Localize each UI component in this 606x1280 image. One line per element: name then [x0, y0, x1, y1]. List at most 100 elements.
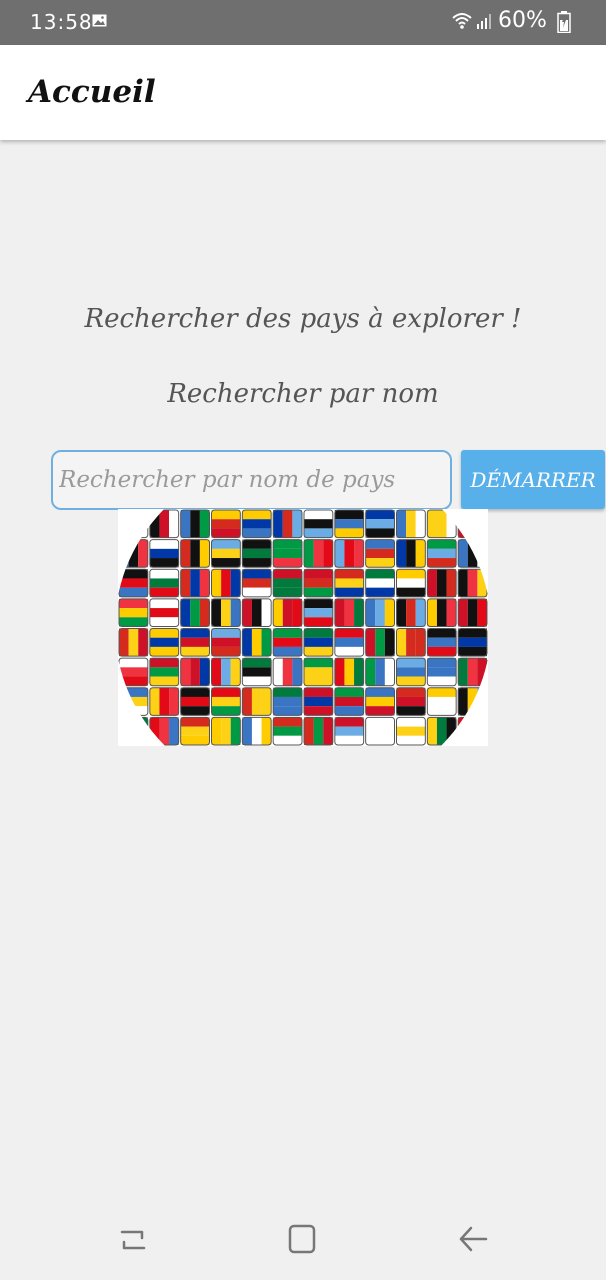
flag-tile: [303, 628, 334, 657]
battery-percentage: 60%: [498, 8, 547, 33]
flag-tile: [241, 657, 272, 687]
flag-tile: [457, 628, 488, 657]
flag-tile: [241, 568, 272, 598]
flag-tile: [241, 509, 272, 539]
flags-globe-image: [118, 509, 488, 746]
flag-tile: [334, 628, 365, 657]
flag-tile: [272, 716, 303, 746]
back-icon[interactable]: [457, 1222, 489, 1256]
flag-tile: [180, 598, 211, 627]
flag-tile: [334, 568, 365, 598]
flag-tile: [149, 628, 180, 657]
flag-tile: [211, 539, 241, 568]
flag-tile: [365, 539, 396, 568]
flag-tile: [365, 509, 396, 539]
flag-tile: [365, 568, 396, 598]
flag-tile: [272, 509, 303, 539]
flag-tile: [365, 716, 396, 746]
flag-tile: [272, 568, 303, 598]
flag-tile: [426, 657, 457, 687]
home-icon[interactable]: [286, 1222, 318, 1256]
flags-globe-graphic: [118, 509, 488, 746]
flag-tile: [426, 687, 457, 716]
flag-tile: [334, 539, 365, 568]
flag-tile: [180, 716, 211, 746]
flag-tile: [457, 687, 488, 716]
flag-tile: [457, 568, 488, 598]
flag-tile: [149, 657, 180, 687]
flag-tile: [396, 598, 426, 627]
flag-tile: [211, 509, 241, 539]
flag-tile: [118, 539, 149, 568]
flag-tile: [211, 657, 241, 687]
flag-tile: [149, 598, 180, 627]
flag-tile: [272, 628, 303, 657]
headline-text: Rechercher des pays à explorer !: [84, 304, 522, 334]
flag-tile: [426, 598, 457, 627]
flag-tile: [365, 598, 396, 627]
flag-tile: [303, 539, 334, 568]
flag-tile: [334, 598, 365, 627]
flag-tile: [396, 687, 426, 716]
flag-tile: [180, 509, 211, 539]
flag-tile: [426, 628, 457, 657]
flag-tile: [396, 509, 426, 539]
flag-tile: [396, 716, 426, 746]
flag-tile: [303, 657, 334, 687]
flag-tile: [457, 657, 488, 687]
flag-tile: [426, 509, 457, 539]
flag-tile: [396, 628, 426, 657]
flag-tile: [272, 657, 303, 687]
flag-tile: [272, 687, 303, 716]
flag-tile: [118, 657, 149, 687]
flag-tile: [118, 568, 149, 598]
flag-tile: [211, 716, 241, 746]
flag-tile: [241, 628, 272, 657]
flag-tile: [303, 509, 334, 539]
status-bar: 13:58 60%: [0, 0, 606, 45]
flag-tile: [149, 539, 180, 568]
start-button[interactable]: DÉMARRER: [461, 450, 605, 509]
flag-tile: [241, 598, 272, 627]
flag-tile: [118, 716, 149, 746]
flag-tile: [149, 716, 180, 746]
flag-tile: [426, 568, 457, 598]
wifi-icon: [452, 13, 472, 29]
flag-tile: [396, 657, 426, 687]
flag-tile: [118, 687, 149, 716]
flag-tile: [365, 687, 396, 716]
flag-tile: [211, 628, 241, 657]
search-input[interactable]: [51, 450, 452, 510]
flag-tile: [457, 716, 488, 746]
page-title: Accueil: [28, 74, 156, 110]
flag-tile: [211, 687, 241, 716]
status-time: 13:58: [30, 10, 93, 34]
flag-tile: [118, 509, 149, 539]
flag-tile: [272, 539, 303, 568]
flag-tile: [180, 539, 211, 568]
signal-icon: [477, 14, 491, 29]
flag-tile: [180, 628, 211, 657]
recent-apps-icon[interactable]: [118, 1222, 148, 1256]
flag-tile: [396, 568, 426, 598]
flag-tile: [426, 539, 457, 568]
flag-tile: [211, 568, 241, 598]
flag-tile: [272, 598, 303, 627]
flag-tile: [457, 598, 488, 627]
navigation-bar: [0, 1200, 606, 1280]
image-icon: [92, 14, 107, 27]
flag-tile: [303, 716, 334, 746]
flag-tile: [303, 568, 334, 598]
flag-tile: [118, 628, 149, 657]
flag-tile: [180, 568, 211, 598]
flag-tile: [334, 687, 365, 716]
battery-icon: [557, 11, 571, 33]
subheadline-text: Rechercher par nom: [167, 379, 439, 409]
flag-tile: [334, 509, 365, 539]
flag-tile: [396, 539, 426, 568]
flag-tile: [118, 598, 149, 627]
flag-tile: [457, 509, 488, 539]
flag-tile: [149, 687, 180, 716]
flag-tile: [303, 598, 334, 627]
flag-tile: [365, 657, 396, 687]
